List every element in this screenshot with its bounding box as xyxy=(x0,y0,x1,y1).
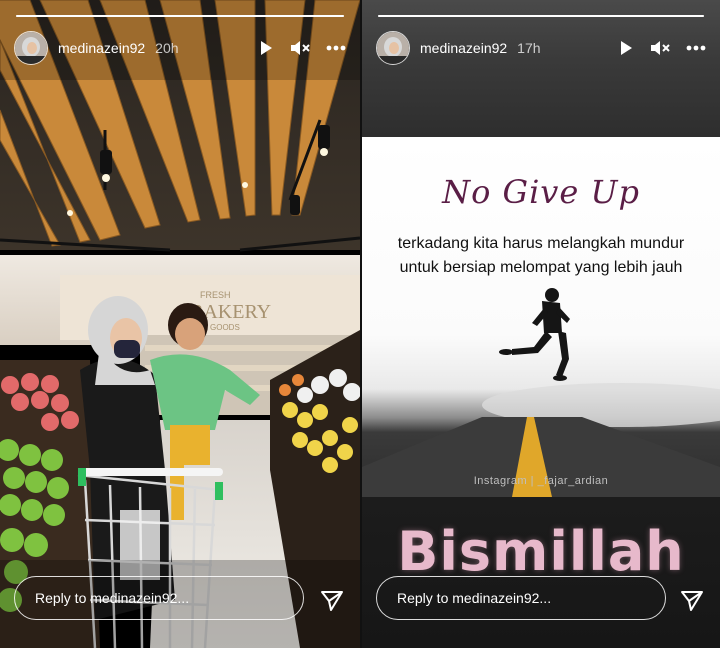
story-right[interactable]: No Give Up terkadang kita harus melangka… xyxy=(362,0,720,648)
username[interactable]: medinazein92 xyxy=(58,40,145,56)
avatar[interactable] xyxy=(14,31,48,65)
story-time: 17h xyxy=(517,40,541,56)
send-icon[interactable] xyxy=(680,590,704,612)
avatar[interactable] xyxy=(376,31,410,65)
story-time: 20h xyxy=(155,40,179,56)
speaker-muted-icon[interactable] xyxy=(290,40,310,56)
story-progress-bar xyxy=(16,15,344,17)
sign-goods: GOODS xyxy=(210,323,240,332)
more-dots-icon[interactable] xyxy=(326,45,346,51)
jumping-man-photo xyxy=(362,288,720,497)
more-dots-icon[interactable] xyxy=(686,45,706,51)
reply-placeholder: Reply to medinazein92... xyxy=(35,590,190,606)
reply-input[interactable]: Reply to medinazein92... xyxy=(14,576,304,620)
speaker-muted-icon[interactable] xyxy=(650,40,670,56)
avatar-image xyxy=(15,32,47,64)
story-photo-supermarket: FRESH BAKERY GOODS xyxy=(0,0,360,648)
quote-card: No Give Up terkadang kita harus melangka… xyxy=(362,137,720,497)
reply-input[interactable]: Reply to medinazein92... xyxy=(376,576,666,620)
story-progress-fill xyxy=(378,15,704,17)
story-left[interactable]: FRESH BAKERY GOODS medinazein92 20h Repl… xyxy=(0,0,360,648)
avatar-image xyxy=(377,32,409,64)
story-header: medinazein92 20h xyxy=(14,31,346,65)
story-progress-fill xyxy=(16,15,344,17)
caption-text: Bismillah xyxy=(397,520,685,583)
reply-placeholder: Reply to medinazein92... xyxy=(397,590,552,606)
username[interactable]: medinazein92 xyxy=(420,40,507,56)
photo-credit: Instagram | _fajar_ardian xyxy=(473,475,609,487)
send-icon[interactable] xyxy=(320,590,344,612)
sign-fresh: FRESH xyxy=(200,290,231,300)
play-icon[interactable] xyxy=(258,40,274,56)
story-progress-bar xyxy=(378,15,704,17)
story-header: medinazein92 17h xyxy=(376,31,706,65)
play-icon[interactable] xyxy=(618,40,634,56)
